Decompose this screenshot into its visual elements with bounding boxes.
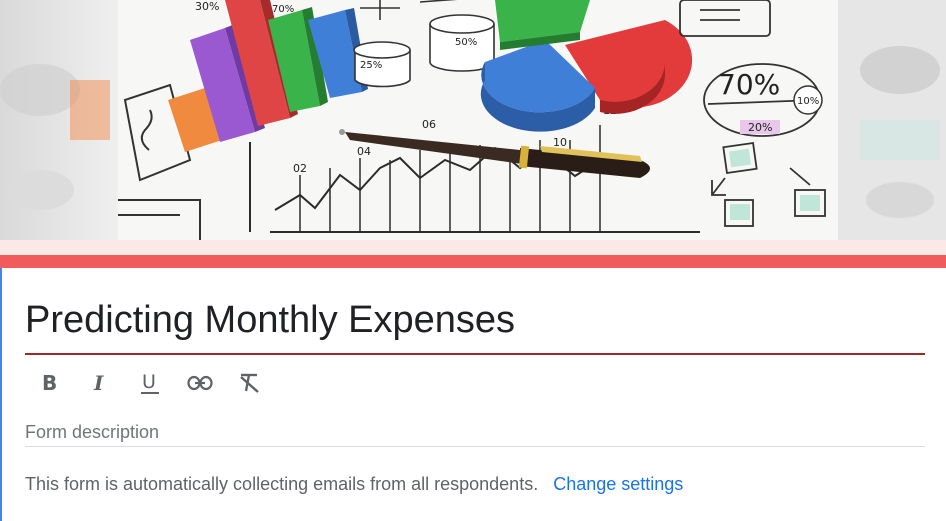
svg-text:I: I [93, 372, 104, 394]
link-icon [187, 375, 213, 391]
clear-formatting-button[interactable] [235, 366, 265, 400]
chart-percent-label: 10% [797, 96, 819, 107]
tick-label: 10 [553, 136, 567, 149]
chart-percent-label: 20% [748, 121, 772, 134]
formatting-toolbar: B I U [35, 366, 265, 400]
change-settings-link[interactable]: Change settings [553, 474, 683, 494]
svg-text:B: B [42, 372, 57, 394]
underline-button[interactable]: U [135, 366, 165, 400]
italic-icon: I [90, 372, 110, 394]
bold-icon: B [40, 372, 60, 394]
insert-link-button[interactable] [185, 366, 215, 400]
header-image: 02 04 06 10 12 30% 70% [0, 0, 946, 240]
form-title-input[interactable]: Predicting Monthly Expenses [25, 296, 925, 344]
email-collection-notice: This form is automatically collecting em… [25, 472, 683, 496]
bold-button[interactable]: B [35, 366, 65, 400]
chart-percent-label: 30% [195, 0, 219, 13]
chart-percent-label: 70% [718, 68, 780, 101]
title-focus-underline [25, 353, 925, 355]
clear-formatting-icon [238, 372, 262, 394]
chart-percent-label: 50% [455, 37, 477, 48]
italic-button[interactable]: I [85, 366, 115, 400]
theme-accent-bar [0, 255, 946, 268]
chart-percent-label: 25% [360, 60, 382, 71]
tick-label: 02 [293, 162, 307, 175]
tick-label: 06 [422, 118, 436, 131]
notice-text: This form is automatically collecting em… [25, 474, 539, 494]
chart-percent-label: 70% [272, 4, 294, 15]
underline-icon: U [139, 370, 161, 396]
tick-label: 04 [357, 145, 371, 158]
form-description-input[interactable]: Form description [25, 420, 925, 447]
svg-text:U: U [142, 371, 156, 393]
